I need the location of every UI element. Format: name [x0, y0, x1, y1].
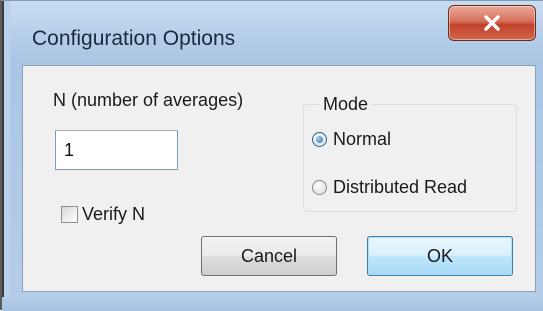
verify-n-label: Verify N — [82, 204, 146, 224]
distributed-read-radio-label: Distributed Read — [333, 177, 468, 197]
distributed-read-radio[interactable] — [312, 180, 327, 195]
dialog-window: Configuration Options N (number of avera… — [0, 0, 543, 311]
normal-radio-label: Normal — [333, 129, 392, 149]
close-button[interactable] — [448, 5, 536, 41]
mode-option-distributed-read[interactable]: Distributed Read — [312, 177, 467, 198]
ok-button[interactable]: OK — [367, 236, 513, 276]
normal-radio[interactable] — [312, 132, 327, 147]
cancel-button[interactable]: Cancel — [201, 236, 337, 276]
window-frame-edge — [2, 1, 10, 311]
mode-groupbox: Mode Normal Distributed Read — [303, 94, 517, 212]
close-x-icon — [483, 15, 501, 31]
verify-n-option[interactable]: Verify N — [61, 204, 145, 225]
n-field-label: N (number of averages) — [53, 90, 244, 110]
mode-option-normal[interactable]: Normal — [312, 129, 391, 150]
n-averages-input[interactable] — [55, 130, 178, 170]
verify-n-checkbox[interactable] — [61, 206, 78, 223]
window-bottom-frame — [2, 297, 543, 311]
dialog-client-area: N (number of averages) Verify N Mode Nor… — [22, 65, 536, 292]
mode-legend: Mode — [320, 94, 372, 115]
window-title: Configuration Options — [32, 27, 236, 50]
